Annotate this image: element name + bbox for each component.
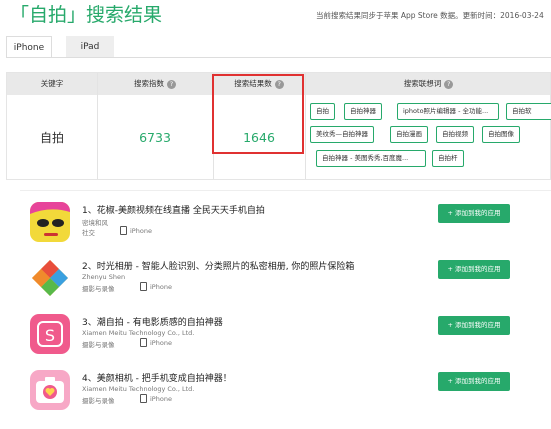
help-icon[interactable]: ? (444, 79, 454, 89)
assoc-tag[interactable]: 自拍软 (506, 103, 551, 120)
add-to-my-apps-button[interactable]: + 添加到我的应用 (438, 204, 510, 223)
header-keyword: 关键字 (40, 79, 64, 88)
assoc-tag[interactable]: 美纹秀—自拍神器 (310, 126, 374, 143)
assoc-tag[interactable]: 自拍 (310, 103, 335, 120)
phone-icon (120, 226, 127, 235)
assoc-tag[interactable]: 自拍神器 - 美图秀秀,百度魔... (316, 150, 426, 167)
section-divider (20, 190, 551, 191)
highlight-box (212, 74, 304, 154)
update-note: 当前搜索结果同步于苹果 App Store 数据。更新时间：2016-03-24 (316, 11, 544, 20)
app-device: iPhone (150, 339, 172, 347)
header-index: 搜索指数? (97, 73, 213, 95)
svg-text:S: S (45, 326, 55, 345)
header-assoc: 搜索联想词? (305, 73, 551, 95)
app-category: 摄影与录像 (82, 285, 115, 293)
app-item[interactable]: 4、美颜相机 - 把手机变成自拍神器！ Xiamen Meitu Technol… (30, 370, 530, 415)
assoc-tag[interactable]: 自拍图像 (482, 126, 520, 143)
app-category: 摄影与录像 (82, 341, 115, 349)
assoc-tag[interactable]: 自拍视频 (436, 126, 474, 143)
app-name[interactable]: 2、时光相册 - 智能人脸识别、分类照片的私密相册, 你的照片保险箱 (82, 259, 354, 272)
app-device: iPhone (130, 227, 152, 235)
app-device: iPhone (150, 395, 172, 403)
app-icon-chaozipai[interactable]: S (30, 314, 70, 354)
app-category: 社交 (82, 229, 95, 237)
app-icon-timealbum[interactable] (30, 258, 70, 298)
app-icon-huajiao[interactable] (30, 202, 70, 242)
tab-iphone[interactable]: iPhone (6, 36, 52, 58)
column-divider (305, 73, 306, 179)
app-item[interactable]: 2、时光相册 - 智能人脸识别、分类照片的私密相册, 你的照片保险箱 Zheny… (30, 258, 530, 303)
app-developer: Zhenyu Shen (82, 273, 126, 281)
assoc-tag[interactable]: 自拍神器 (344, 103, 382, 120)
phone-icon (140, 394, 147, 403)
app-device: iPhone (150, 283, 172, 291)
tab-underline (6, 57, 551, 58)
keyword-value: 自拍 (39, 131, 64, 145)
app-developer: Xiamen Meitu Technology Co., Ltd. (82, 329, 195, 337)
add-to-my-apps-button[interactable]: + 添加到我的应用 (438, 316, 510, 335)
tab-ipad[interactable]: iPad (66, 36, 114, 58)
phone-icon (140, 338, 147, 347)
phone-icon (140, 282, 147, 291)
add-to-my-apps-button[interactable]: + 添加到我的应用 (438, 372, 510, 391)
search-index-value: 6733 (139, 130, 171, 145)
app-developer: 密境和风 (82, 219, 108, 227)
page-title: 「自拍」搜索结果 (10, 4, 163, 26)
assoc-tag[interactable]: iphoto照片编辑器 - 全功能... (397, 103, 499, 120)
help-icon[interactable]: ? (167, 79, 176, 89)
app-name[interactable]: 4、美颜相机 - 把手机变成自拍神器！ (82, 371, 232, 384)
app-item[interactable]: S 3、潮自拍 - 有电影质感的自拍神器 Xiamen Meitu Techno… (30, 314, 530, 359)
app-developer: Xiamen Meitu Technology Co., Ltd. (82, 385, 195, 393)
assoc-tag[interactable]: 自拍漫画 (390, 126, 428, 143)
add-to-my-apps-button[interactable]: + 添加到我的应用 (438, 260, 510, 279)
app-icon-meiyan[interactable] (30, 370, 70, 410)
app-name[interactable]: 1、花椒-美颜视频在线直播 全民天天手机自拍 (82, 203, 265, 216)
app-item[interactable]: 1、花椒-美颜视频在线直播 全民天天手机自拍 密境和风 社交 iPhone + … (30, 202, 530, 247)
assoc-tag[interactable]: 自拍杆 (432, 150, 464, 167)
app-name[interactable]: 3、潮自拍 - 有电影质感的自拍神器 (82, 315, 223, 328)
app-category: 摄影与录像 (82, 397, 115, 405)
